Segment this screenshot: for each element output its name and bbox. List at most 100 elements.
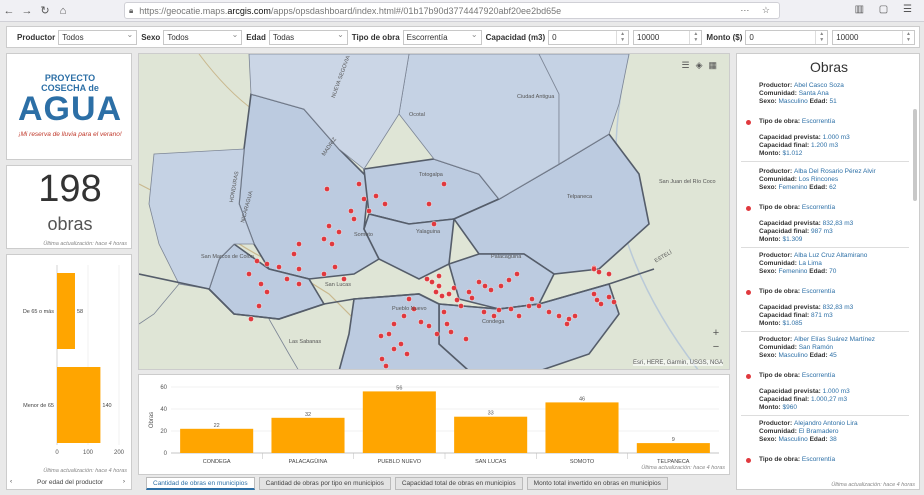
obra-marker[interactable] (424, 276, 430, 282)
obra-marker[interactable] (436, 283, 442, 289)
obra-marker[interactable] (329, 241, 335, 247)
obra-marker[interactable] (434, 331, 440, 337)
url-bar[interactable]: 🔒︎ https://geocatie.maps.arcgis.com/apps… (124, 2, 780, 19)
obra-marker[interactable] (444, 321, 450, 327)
obra-marker[interactable] (441, 309, 447, 315)
obra-marker[interactable] (246, 271, 252, 277)
obra-marker[interactable] (491, 313, 497, 319)
obra-marker[interactable] (351, 216, 357, 222)
obra-marker[interactable] (348, 208, 354, 214)
obra-marker[interactable] (566, 316, 572, 322)
obra-marker[interactable] (418, 319, 424, 325)
obra-marker[interactable] (516, 313, 522, 319)
obra-marker[interactable] (476, 279, 482, 285)
age-bar[interactable] (57, 367, 101, 443)
zoom-in-icon[interactable]: + (709, 326, 723, 340)
obra-marker[interactable] (508, 306, 514, 312)
obra-marker[interactable] (433, 289, 439, 295)
obra-marker[interactable] (296, 241, 302, 247)
obra-marker[interactable] (564, 321, 570, 327)
spinner-icon[interactable]: ▲ ▼ (616, 30, 628, 44)
obra-marker[interactable] (379, 356, 385, 362)
obra-marker[interactable] (514, 271, 520, 277)
obra-marker[interactable] (451, 285, 457, 291)
basemap-icon[interactable]: ▦ (708, 60, 723, 70)
obra-marker[interactable] (596, 269, 602, 275)
productor-select[interactable]: Todos (58, 29, 138, 45)
monto-min-input[interactable]: 0 ▲ ▼ (745, 29, 829, 45)
obra-marker[interactable] (284, 276, 290, 282)
obra-marker[interactable] (439, 293, 445, 299)
tab-monto[interactable]: Monto total invertido en obras en munici… (526, 477, 668, 490)
obra-marker[interactable] (276, 264, 282, 270)
scrollbar[interactable] (913, 109, 917, 201)
list-icon[interactable]: ☰ (681, 60, 695, 70)
tab-por-tipo[interactable]: Cantidad de obras por tipo en municipios (258, 477, 391, 490)
muni-bar[interactable] (180, 428, 254, 453)
forward-icon[interactable]: → (18, 5, 36, 17)
obra-marker[interactable] (401, 313, 407, 319)
sexo-select[interactable]: Todos (163, 29, 243, 45)
monto-max-input[interactable]: 10000 ▲ ▼ (832, 29, 915, 45)
obra-marker[interactable] (258, 281, 264, 287)
layers-icon[interactable]: ◈ (696, 60, 709, 70)
obra-marker[interactable] (382, 201, 388, 207)
obra-marker[interactable] (373, 193, 379, 199)
obra-marker[interactable] (254, 258, 260, 264)
page-actions-icon[interactable]: ⋯ ☆ (740, 5, 775, 16)
obra-marker[interactable] (481, 309, 487, 315)
obra-marker[interactable] (398, 341, 404, 347)
obra-marker[interactable] (496, 307, 502, 313)
obra-marker[interactable] (291, 251, 297, 257)
obra-marker[interactable] (488, 287, 494, 293)
obra-marker[interactable] (256, 303, 262, 309)
obra-marker[interactable] (536, 303, 542, 309)
obra-marker[interactable] (526, 303, 532, 309)
obra-marker[interactable] (458, 303, 464, 309)
obra-marker[interactable] (248, 316, 254, 322)
obra-marker[interactable] (326, 223, 332, 229)
obra-marker[interactable] (426, 201, 432, 207)
obra-marker[interactable] (448, 329, 454, 335)
obra-marker[interactable] (386, 331, 392, 337)
obra-marker[interactable] (594, 297, 600, 303)
obra-marker[interactable] (463, 336, 469, 342)
spinner-icon[interactable]: ▲ ▼ (689, 30, 701, 44)
tipo-obra-select[interactable]: Escorrentía (402, 29, 482, 45)
obra-marker[interactable] (404, 351, 410, 357)
obra-marker[interactable] (546, 309, 552, 315)
spinner-icon[interactable]: ▲ ▼ (902, 30, 914, 44)
obra-marker[interactable] (406, 296, 412, 302)
obra-marker[interactable] (611, 299, 617, 305)
obra-marker[interactable] (429, 279, 435, 285)
muni-bar[interactable] (362, 391, 436, 453)
obra-marker[interactable] (332, 264, 338, 270)
obra-marker[interactable] (469, 295, 475, 301)
edad-select[interactable]: Todas (268, 29, 348, 45)
obra-marker[interactable] (606, 294, 612, 300)
obra-marker[interactable] (426, 323, 432, 329)
obra-marker[interactable] (446, 291, 452, 297)
obra-marker[interactable] (591, 266, 597, 272)
obra-marker[interactable] (324, 186, 330, 192)
obra-marker[interactable] (321, 271, 327, 277)
spinner-icon[interactable]: ▲ ▼ (815, 30, 827, 44)
back-icon[interactable]: ← (0, 5, 18, 17)
obra-marker[interactable] (378, 333, 384, 339)
obra-marker[interactable] (454, 297, 460, 303)
browser-menu-icon[interactable]: ▥ ▢ ☰ (855, 4, 918, 15)
obra-marker[interactable] (436, 273, 442, 279)
age-bar[interactable] (57, 273, 75, 349)
muni-bar[interactable] (271, 417, 345, 453)
obra-marker[interactable] (572, 313, 578, 319)
obra-marker[interactable] (498, 283, 504, 289)
capacidad-max-input[interactable]: 10000 ▲ ▼ (633, 29, 703, 45)
reload-icon[interactable]: ↻ (36, 4, 54, 17)
obra-marker[interactable] (321, 236, 327, 242)
obra-marker[interactable] (356, 181, 362, 187)
obra-marker[interactable] (598, 301, 604, 307)
obra-marker[interactable] (391, 321, 397, 327)
obra-marker[interactable] (361, 196, 367, 202)
chevron-right-icon[interactable]: › (123, 478, 125, 485)
obra-marker[interactable] (264, 289, 270, 295)
